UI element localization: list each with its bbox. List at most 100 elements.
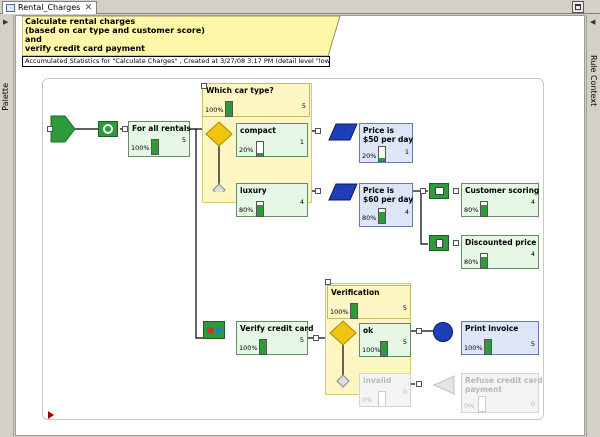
option-label: invalid	[363, 376, 392, 385]
progress-bar	[151, 139, 159, 155]
connector-port[interactable]	[420, 188, 426, 194]
progress-fill	[257, 153, 263, 156]
progress-bar	[484, 339, 492, 355]
condition-title: Verification	[331, 288, 380, 297]
node-label: For all rentals	[132, 124, 191, 133]
connector-port[interactable]	[453, 188, 459, 194]
node-percent: 0%	[362, 396, 373, 404]
progress-fill	[481, 204, 487, 216]
connector-port[interactable]	[315, 188, 321, 194]
note-line: verify credit card payment	[25, 44, 145, 53]
progress-bar	[480, 201, 488, 217]
discounted-price-node[interactable]: Discounted price 80% 4	[461, 235, 539, 269]
node-count: 4	[404, 208, 409, 216]
node-percent: 80%	[362, 214, 377, 222]
node-label: Price is $50 per day	[363, 126, 414, 144]
connector-port[interactable]	[416, 381, 422, 387]
collapse-arrow-icon[interactable]: ◀	[590, 18, 595, 26]
node-percent: 100%	[362, 346, 381, 354]
refuse-action-icon	[433, 375, 455, 395]
progress-bar	[378, 146, 386, 162]
price-60-node[interactable]: Price is $60 per day 80% 4	[359, 183, 413, 227]
connector-port[interactable]	[416, 328, 422, 334]
expand-toggle[interactable]	[201, 83, 207, 89]
node-count: 5	[299, 336, 304, 344]
decision-diamond-icon	[205, 121, 233, 192]
invalid-option[interactable]: invalid 0% 0	[359, 373, 411, 407]
progress-bar	[225, 101, 233, 117]
node-label: Discounted price	[465, 238, 537, 247]
rule-context-panel[interactable]: ◀ Rule Context	[586, 15, 600, 437]
progress-bar	[256, 201, 264, 217]
node-percent: 80%	[464, 206, 479, 214]
for-all-rentals-node[interactable]: For all rentals 100% 5	[128, 121, 191, 157]
node-percent: 20%	[239, 146, 254, 154]
expand-arrow-icon[interactable]: ▶	[3, 18, 8, 26]
node-count: 5	[530, 340, 535, 348]
connector-port[interactable]	[313, 335, 319, 341]
maximize-icon	[575, 4, 581, 10]
start-port[interactable]	[47, 126, 53, 132]
progress-fill	[260, 340, 266, 354]
node-percent: 100%	[131, 144, 150, 152]
node-percent: 0%	[464, 402, 475, 410]
connector-port[interactable]	[453, 240, 459, 246]
connector-port[interactable]	[315, 128, 321, 134]
node-percent: 100%	[330, 308, 349, 316]
refuse-payment-node[interactable]: Refuse credit card payment 0% 0	[461, 373, 543, 413]
node-label: Price is $60 per day	[363, 186, 414, 204]
palette-panel[interactable]: ▶ Palette	[0, 15, 14, 437]
ok-option[interactable]: ok 100% 5	[359, 323, 411, 357]
progress-bar	[480, 253, 488, 269]
node-count: 4	[299, 198, 304, 206]
node-label: Verify credit card	[240, 324, 314, 333]
action-parallelogram-icon	[328, 123, 358, 141]
progress-fill	[257, 204, 263, 216]
node-percent: 100%	[239, 344, 258, 352]
note-line: and	[25, 35, 42, 44]
note-line: Calculate rental charges	[25, 17, 136, 26]
luxury-option[interactable]: luxury 80% 4	[236, 183, 308, 217]
maximize-button[interactable]	[572, 1, 584, 13]
editor-tab-bar: Rental_Charges ✕	[0, 0, 600, 14]
progress-bar	[378, 391, 386, 407]
editor-tab-label: Rental_Charges	[18, 3, 81, 12]
print-invoice-node[interactable]: Print invoice 100% 5	[461, 321, 539, 355]
progress-bar	[380, 341, 388, 357]
node-count: 4	[530, 198, 535, 206]
description-note[interactable]: Calculate rental charges (based on car t…	[22, 16, 360, 56]
node-percent: 100%	[464, 344, 483, 352]
progress-fill	[381, 342, 387, 356]
decision-diamond-icon	[329, 320, 357, 388]
progress-fill	[379, 158, 385, 161]
verify-credit-card-node[interactable]: Verify credit card 100% 5	[236, 321, 313, 355]
car-type-condition-header[interactable]: Which car type? 100% 5	[202, 83, 310, 117]
node-count: 0	[530, 400, 535, 408]
expand-toggle[interactable]	[325, 279, 331, 285]
node-count: 5	[402, 338, 407, 346]
table-icon	[429, 183, 449, 199]
node-count: 0	[402, 388, 407, 396]
ruleflow-diagram[interactable]: For all rentals 100% 5 Which car type? 1…	[42, 78, 544, 420]
close-icon[interactable]: ✕	[85, 2, 93, 14]
loop-icon	[98, 121, 118, 137]
customer-scoring-node[interactable]: Customer scoring 80% 4	[461, 183, 539, 217]
node-count: 4	[530, 250, 535, 258]
compact-option[interactable]: compact 20% 1	[236, 123, 308, 157]
option-label: luxury	[240, 186, 267, 195]
action-parallelogram-icon	[328, 183, 358, 201]
node-percent: 80%	[464, 258, 479, 266]
rule-context-label[interactable]: Rule Context	[589, 55, 598, 106]
editor-tab[interactable]: Rental_Charges ✕	[2, 1, 98, 14]
progress-fill	[226, 102, 232, 116]
ruleflow-file-icon	[6, 4, 15, 12]
progress-fill	[485, 340, 491, 354]
progress-bar	[259, 339, 267, 355]
progress-bar	[478, 396, 486, 412]
statistics-caption: Accumulated Statistics for "Calculate Ch…	[22, 56, 330, 67]
node-percent: 80%	[239, 206, 254, 214]
verification-condition-header[interactable]: Verification 100% 5	[327, 285, 411, 319]
price-50-node[interactable]: Price is $50 per day 20% 1	[359, 123, 413, 163]
palette-label[interactable]: Palette	[1, 83, 10, 111]
node-count: 5	[301, 102, 306, 110]
